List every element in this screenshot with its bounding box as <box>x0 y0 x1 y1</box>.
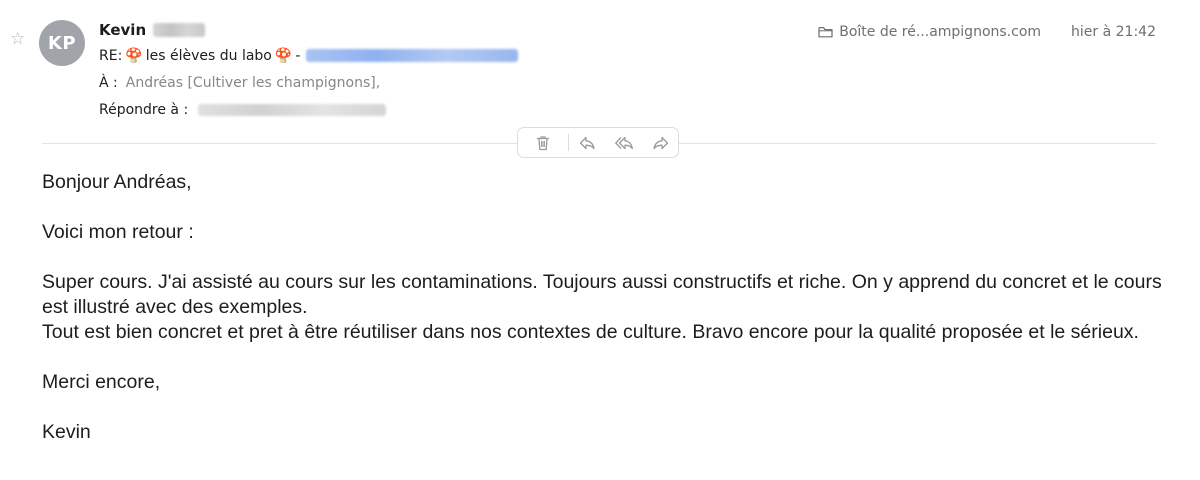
intro-line: Voici mon retour : <box>42 221 194 243</box>
sender-name[interactable]: Kevin <box>99 21 146 39</box>
from-line: Kevin <box>99 18 518 42</box>
message-body: Bonjour Andréas, Voici mon retour : Supe… <box>42 170 1162 470</box>
feedback-line-2: Tout est bien concret et pret à être réu… <box>42 321 1139 343</box>
feedback-paragraph: Super cours. J'ai assisté au cours sur l… <box>42 270 1162 345</box>
greeting: Bonjour Andréas, <box>42 171 192 193</box>
redacted-sender-address[interactable] <box>306 49 519 62</box>
avatar-initials: KP <box>47 32 77 54</box>
reply-all-icon <box>615 136 634 149</box>
reply-to-label: Répondre à : <box>99 101 189 118</box>
folder-icon <box>818 27 833 38</box>
message-toolbar <box>517 127 679 158</box>
forward-icon <box>653 136 669 149</box>
reply-all-button[interactable] <box>604 128 644 157</box>
mushroom-icon: 🍄 <box>274 47 293 64</box>
to-line: À : Andréas [Cultiver les champignons], <box>99 69 518 96</box>
to-label: À : <box>99 74 118 91</box>
mushroom-icon: 🍄 <box>125 47 143 64</box>
reply-icon <box>579 136 595 149</box>
star-icon[interactable]: ☆ <box>10 30 25 47</box>
delete-button[interactable] <box>518 128 568 157</box>
forward-button[interactable] <box>644 128 678 157</box>
redacted-reply-to-address[interactable] <box>198 103 387 116</box>
reply-to-line: Répondre à : <box>99 96 518 123</box>
subject-prefix: RE: <box>99 47 123 64</box>
subject-line: RE: 🍄 les élèves du labo 🍄 - <box>99 42 519 69</box>
subject-text: les élèves du labo <box>145 47 272 64</box>
trash-icon <box>536 135 549 150</box>
message-header: Kevin RE: 🍄 les élèves du labo 🍄 - À : A… <box>99 18 519 123</box>
redacted-surname <box>153 23 206 37</box>
avatar: KP <box>39 20 85 66</box>
subject-dash: - <box>295 47 301 64</box>
signature: Kevin <box>42 421 91 443</box>
closing-line: Merci encore, <box>42 371 161 393</box>
mailbox-name[interactable]: Boîte de ré...ampignons.com <box>839 24 1041 40</box>
feedback-line-1: Super cours. J'ai assisté au cours sur l… <box>42 271 1162 318</box>
to-recipient[interactable]: Andréas [Cultiver les champignons], <box>126 75 380 91</box>
received-time: hier à 21:42 <box>1071 24 1156 40</box>
message-meta: Boîte de ré...ampignons.com hier à 21:42 <box>818 24 1156 40</box>
reply-button[interactable] <box>569 128 605 157</box>
